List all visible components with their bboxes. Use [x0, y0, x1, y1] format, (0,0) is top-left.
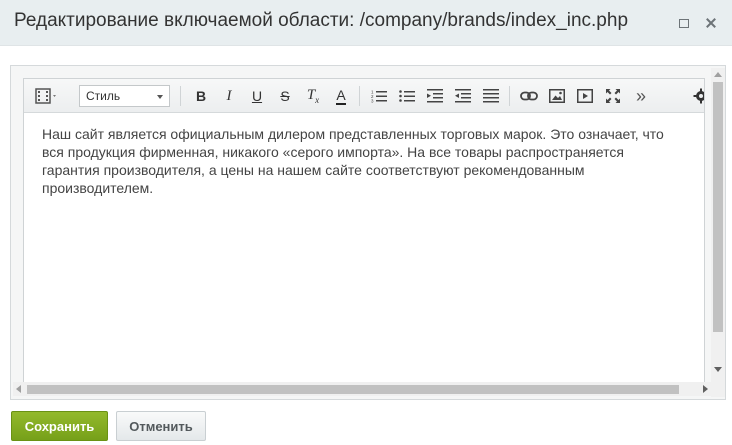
indent-button[interactable]	[452, 86, 474, 106]
scroll-left-icon[interactable]	[16, 385, 21, 393]
toolbar-divider	[180, 86, 181, 106]
bold-button[interactable]: B	[190, 86, 212, 106]
vertical-scrollbar[interactable]	[711, 68, 725, 397]
image-button[interactable]	[546, 86, 568, 106]
html-editor: Стиль B I U S Tx A 1 2 3 » Наш сайт явля…	[23, 78, 705, 385]
underline-icon: U	[251, 88, 263, 104]
align-justify-icon	[483, 89, 499, 103]
toolbar-divider	[359, 86, 360, 106]
link-button[interactable]	[518, 86, 540, 106]
strikethrough-icon: S	[280, 88, 290, 104]
more-icon: »	[635, 86, 646, 106]
style-select-value: Стиль	[86, 89, 121, 103]
scroll-down-icon[interactable]	[714, 367, 722, 372]
underline-button[interactable]: U	[246, 86, 268, 106]
chevron-down-icon	[157, 95, 163, 99]
ordered-list-icon: 123	[371, 89, 387, 103]
clear-format-glyph: T	[306, 87, 316, 103]
italic-button[interactable]: I	[218, 86, 240, 106]
ordered-list-button[interactable]: 123	[368, 86, 390, 106]
window-title-bar: Редактирование включаемой области: /comp…	[0, 0, 732, 46]
clear-format-icon: Tx	[306, 87, 320, 105]
video-icon	[577, 89, 593, 103]
scroll-right-icon[interactable]	[703, 385, 708, 393]
indent-icon	[455, 89, 471, 103]
font-color-icon: A	[336, 86, 346, 105]
editor-toolbar: Стиль B I U S Tx A 1 2 3 »	[24, 79, 704, 113]
maximize-icon[interactable]	[676, 15, 692, 31]
cancel-button[interactable]: Отменить	[116, 411, 206, 441]
style-select[interactable]: Стиль	[79, 85, 170, 107]
vertical-scroll-thumb[interactable]	[713, 82, 723, 332]
outdent-button[interactable]	[424, 86, 446, 106]
view-mode-button[interactable]	[32, 86, 62, 106]
fullscreen-button[interactable]	[602, 86, 624, 106]
video-button[interactable]	[574, 86, 596, 106]
editor-frame: Стиль B I U S Tx A 1 2 3 » Наш сайт явля…	[10, 65, 726, 400]
unordered-list-button[interactable]	[396, 86, 418, 106]
link-icon	[520, 90, 538, 102]
justify-button[interactable]	[480, 86, 502, 106]
film-strip-icon	[35, 88, 59, 104]
font-color-button[interactable]: A	[330, 86, 352, 106]
image-icon	[549, 89, 565, 103]
editor-content[interactable]: Наш сайт является официальным дилером пр…	[42, 125, 682, 197]
outdent-icon	[427, 89, 443, 103]
window-title: Редактирование включаемой области: /comp…	[14, 10, 629, 31]
bold-icon: B	[195, 88, 207, 104]
gear-icon	[693, 88, 704, 104]
svg-text:3: 3	[371, 99, 374, 104]
toolbar-divider	[509, 86, 510, 106]
fullscreen-icon	[606, 89, 620, 103]
save-button[interactable]: Сохранить	[11, 411, 108, 441]
settings-button[interactable]	[692, 86, 704, 106]
scroll-up-icon[interactable]	[714, 72, 722, 77]
unordered-list-icon	[399, 89, 415, 103]
more-button[interactable]: »	[630, 86, 652, 106]
remove-format-button[interactable]: Tx	[302, 86, 324, 106]
italic-icon: I	[226, 87, 232, 104]
close-icon[interactable]	[703, 15, 719, 31]
horizontal-scrollbar[interactable]	[13, 382, 711, 396]
horizontal-scroll-thumb[interactable]	[27, 385, 679, 394]
strikethrough-button[interactable]: S	[274, 86, 296, 106]
